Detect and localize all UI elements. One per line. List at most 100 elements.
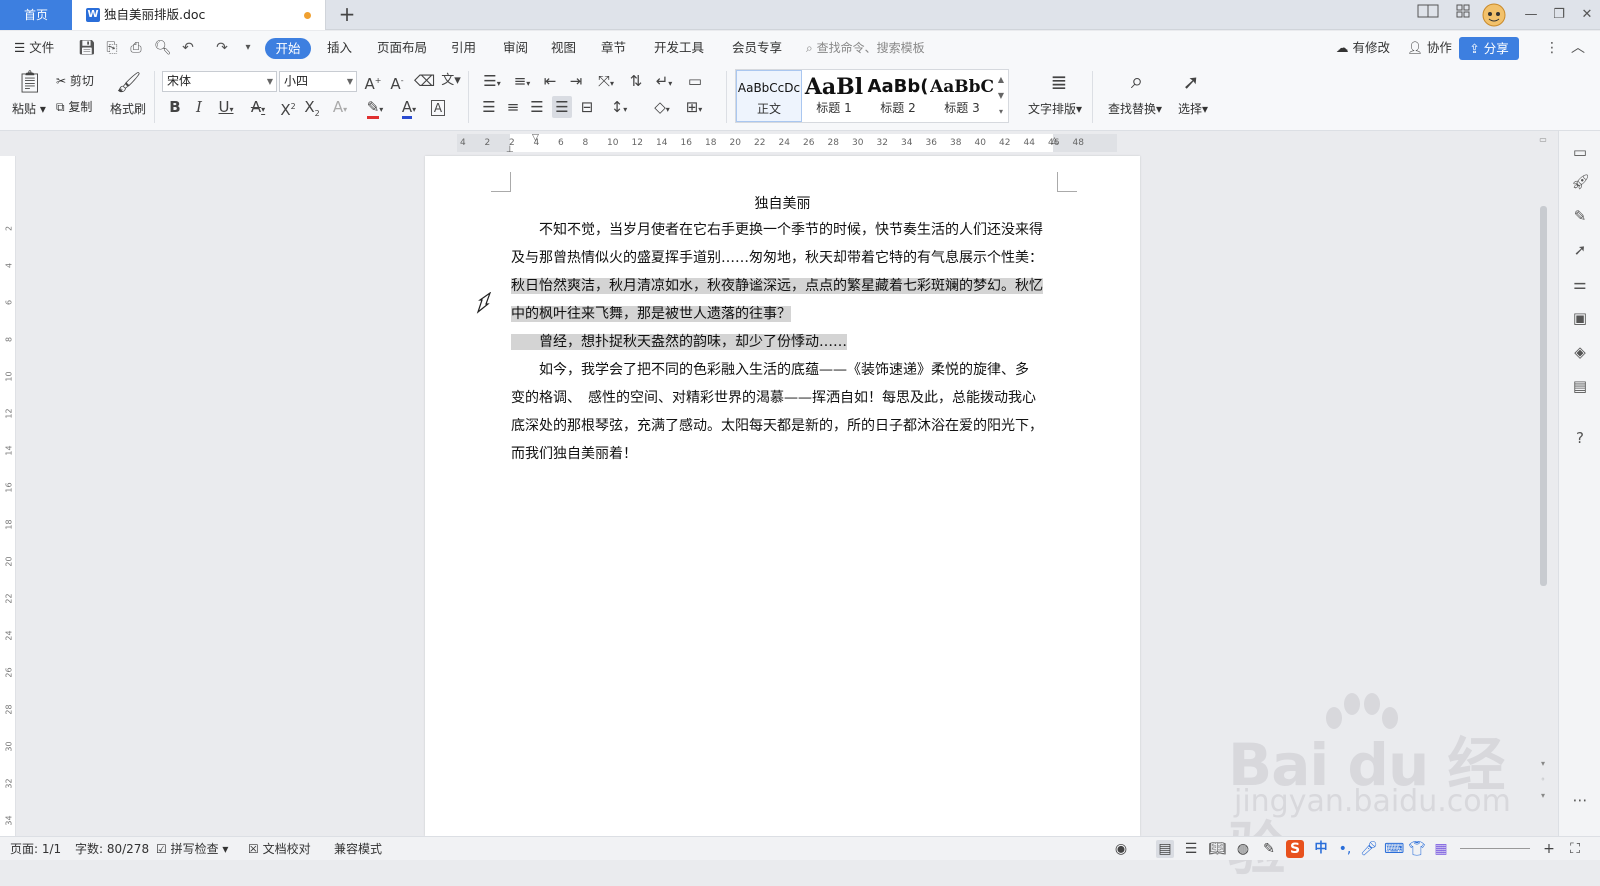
format-painter-icon[interactable]: 🖌︎ — [116, 69, 141, 95]
left-indent-marker[interactable]: ⊥ — [506, 145, 514, 155]
char-border-icon[interactable]: A — [428, 98, 448, 117]
bold-icon[interactable]: B — [166, 98, 184, 116]
user-avatar[interactable] — [1480, 0, 1508, 30]
style-heading-1[interactable]: AaBl 标题 1 — [802, 70, 866, 122]
apps-grid-icon[interactable] — [1452, 0, 1474, 30]
style-heading-2[interactable]: AaBb( 标题 2 — [866, 70, 930, 122]
paragraph-line[interactable]: 如今，我学会了把不同的色彩融入生活的底蕴——《装饰速递》柔悦的旋律、多 — [511, 356, 1029, 384]
highlight-color-icon[interactable]: ✎▾ — [362, 98, 388, 119]
numbered-list-icon[interactable]: ≡▾ — [510, 72, 534, 93]
menu-chapter[interactable]: 章节 — [601, 38, 626, 58]
copy-button[interactable]: ⧉ 复制 — [56, 99, 92, 115]
image-icon[interactable]: ▣ — [1571, 309, 1589, 327]
ime-skin-icon[interactable]: 👕︎ — [1408, 840, 1426, 858]
print-preview-icon[interactable]: 🔍︎ — [154, 40, 172, 56]
paragraph-line[interactable]: 曾经，想扑捉秋天盎然的韵味，却少了份悸动…… — [511, 328, 847, 356]
strikethrough-icon[interactable]: A▾ — [246, 98, 270, 119]
paste-button[interactable]: 粘贴 ▾ — [12, 101, 46, 117]
pen-icon[interactable]: ✎ — [1571, 207, 1589, 225]
phonetic-icon[interactable]: 文▾ — [438, 72, 464, 90]
shading-icon[interactable]: ◇▾ — [650, 98, 674, 119]
tab-home[interactable]: 首页 — [0, 0, 72, 30]
modified-button[interactable]: ☁ 有修改 — [1336, 38, 1390, 58]
page-nav-icons[interactable]: ▾ ◦ ▾ — [1538, 756, 1548, 804]
menu-review[interactable]: 审阅 — [503, 38, 528, 58]
tab-document[interactable]: W 独自美丽排版.doc — [72, 0, 326, 30]
share-button[interactable]: ⇪ 分享 — [1459, 37, 1519, 60]
more-dots-icon[interactable]: ⋯ — [1571, 791, 1589, 809]
table-style-icon[interactable]: ▭ — [684, 72, 706, 90]
document-title[interactable]: 独自美丽 — [425, 193, 1140, 213]
paragraph-line[interactable]: 底深处的那根琴弦，充满了感动。太阳每天都是新的，所的日子都沐浴在爱的阳光下， — [511, 412, 1043, 440]
word-count[interactable]: 字数: 80/278 — [75, 837, 149, 861]
menu-membership[interactable]: 会员专享 — [732, 38, 782, 58]
text-layout-icon[interactable]: ≣ — [1046, 69, 1072, 95]
expand-panel-icon[interactable]: ▭ — [1571, 143, 1589, 161]
page-view-icon[interactable]: ▤ — [1156, 840, 1174, 858]
font-color-icon[interactable]: A▾ — [396, 98, 422, 119]
sliders-icon[interactable]: ⚌ — [1571, 275, 1589, 293]
scrollbar-thumb[interactable] — [1540, 206, 1547, 586]
layout-icon[interactable] — [1416, 0, 1440, 30]
restore-icon[interactable]: ❐ — [1548, 0, 1570, 30]
web-view-icon[interactable]: ◍ — [1234, 840, 1252, 858]
scroll-top-icon[interactable]: ▭ — [1538, 135, 1548, 144]
subscript-icon[interactable]: X2 — [302, 98, 322, 123]
book-icon[interactable]: ▤ — [1571, 377, 1589, 395]
bullet-list-icon[interactable]: ☰▾ — [480, 72, 504, 93]
chinese-layout-icon[interactable]: ⤧▾ — [594, 72, 618, 93]
save-icon[interactable]: 💾︎ — [78, 40, 96, 56]
select-button[interactable]: 选择▾ — [1178, 101, 1208, 117]
paragraph-line[interactable]: 中的枫叶往来飞舞，那是被世人遗落的往事？ — [511, 300, 791, 328]
find-replace-button[interactable]: 查找替换▾ — [1108, 101, 1162, 117]
export-icon[interactable]: ⎘ — [104, 40, 120, 56]
justify-icon[interactable]: ☰ — [552, 96, 572, 118]
decrease-font-icon[interactable]: A- — [388, 72, 406, 93]
find-replace-icon[interactable]: ⌕ — [1124, 69, 1150, 95]
decrease-indent-icon[interactable]: ⇤ — [540, 72, 560, 90]
increase-indent-icon[interactable]: ⇥ — [566, 72, 586, 90]
customize-toolbar-icon[interactable]: ▾ — [240, 40, 256, 56]
rocket-icon[interactable]: 🚀︎ — [1571, 173, 1590, 191]
right-indent-marker[interactable]: △ — [1051, 136, 1058, 146]
vertical-ruler[interactable]: 2 4 6 8 10 12 14 16 18 20 22 24 26 28 30 32 34 — [0, 156, 16, 836]
vertical-scrollbar[interactable]: ▭ ▾ ◦ ▾ — [1538, 131, 1548, 836]
sogou-ime-icon[interactable]: S — [1286, 840, 1304, 858]
paragraph-line[interactable]: 而我们独自美丽着！ — [511, 440, 637, 468]
superscript-icon[interactable]: X2 — [278, 98, 298, 119]
menu-developer[interactable]: 开发工具 — [654, 38, 704, 58]
more-icon[interactable]: ⋮ — [1544, 40, 1560, 56]
ime-tools-icon[interactable]: ▦ — [1432, 840, 1450, 858]
align-right-icon[interactable]: ☰ — [528, 98, 546, 116]
close-icon[interactable]: ✕ — [1576, 0, 1598, 30]
first-line-indent-marker[interactable]: ▽ — [532, 133, 539, 143]
proofread-button[interactable]: ☒ 文档校对 — [248, 837, 311, 861]
fullscreen-icon[interactable]: ⛶ — [1566, 840, 1584, 858]
reading-view-icon[interactable]: 📖︎ — [1208, 840, 1226, 858]
borders-icon[interactable]: ⊞▾ — [682, 98, 706, 119]
undo-icon[interactable]: ↶ — [180, 40, 196, 56]
style-normal[interactable]: AaBbCcDc 正文 — [736, 70, 802, 122]
minimize-icon[interactable]: — — [1520, 0, 1542, 30]
spell-check-button[interactable]: ☑ 拼写检查 ▾ — [156, 837, 228, 861]
underline-icon[interactable]: U▾ — [214, 98, 238, 119]
format-painter-button[interactable]: 格式刷 — [110, 101, 146, 117]
styles-scroll[interactable]: ▲ ▼ ▾ — [994, 70, 1008, 122]
outline-view-icon[interactable]: ☰ — [1182, 840, 1200, 858]
paste-icon[interactable]: 📋︎ — [16, 70, 44, 96]
align-left-icon[interactable]: ☰ — [480, 98, 498, 116]
zoom-slider[interactable] — [1460, 848, 1530, 849]
clear-format-icon[interactable]: ⌫ — [414, 72, 435, 90]
menu-view[interactable]: 视图 — [551, 38, 576, 58]
paragraph-line[interactable]: 不知不觉，当岁月使者在它右手更换一个季节的时候，快节奏生活的人们还没来得 — [511, 216, 1043, 244]
collapse-ribbon-icon[interactable]: ︿ — [1570, 40, 1586, 56]
ime-punct-icon[interactable]: •, — [1336, 840, 1354, 858]
increase-font-icon[interactable]: A+ — [364, 72, 382, 93]
cut-button[interactable]: ✂ 剪切 — [56, 73, 94, 89]
zoom-in-icon[interactable]: + — [1540, 840, 1558, 858]
font-name-select[interactable]: 宋体 ▼ — [162, 71, 277, 92]
ime-chinese-icon[interactable]: 中 — [1312, 840, 1330, 858]
new-tab-button[interactable]: + — [335, 3, 359, 27]
redo-icon[interactable]: ↷ — [214, 40, 230, 56]
line-spacing-icon[interactable]: ↕▾ — [606, 98, 632, 119]
